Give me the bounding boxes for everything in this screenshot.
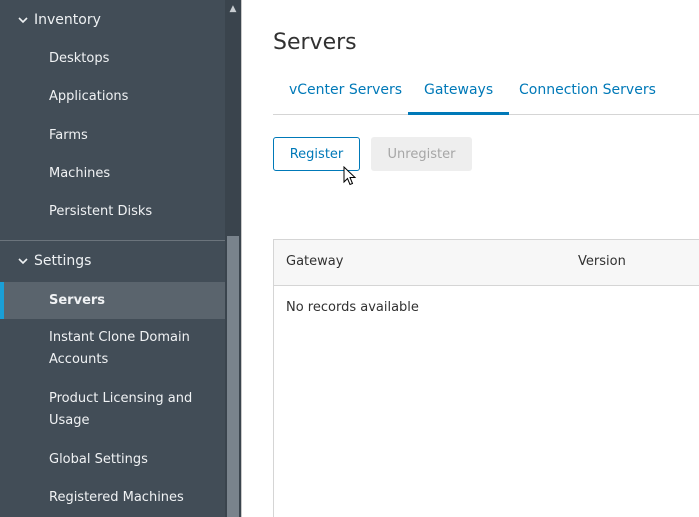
sidebar-item-label: Persistent Disks xyxy=(49,204,153,219)
page-title: Servers xyxy=(273,30,357,55)
column-header-gateway[interactable]: Gateway xyxy=(286,254,343,269)
scroll-up-arrow-icon[interactable]: ▲ xyxy=(225,0,241,18)
unregister-button: Unregister xyxy=(371,137,472,171)
sidebar-item-farms[interactable]: Farms xyxy=(0,125,225,147)
gateways-grid: Gateway Version No records available xyxy=(273,239,699,517)
tab-bar: vCenter Servers Gateways Connection Serv… xyxy=(273,74,699,115)
sidebar-group-settings[interactable]: Settings xyxy=(0,242,225,280)
sidebar-divider xyxy=(0,240,225,241)
sidebar-nav: Inventory Desktops Applications Farms Ma… xyxy=(0,0,225,517)
chevron-down-icon xyxy=(16,254,30,268)
sidebar-item-label: Machines xyxy=(49,166,111,181)
sidebar-item-label: Desktops xyxy=(49,51,110,66)
sidebar-item-desktops[interactable]: Desktops xyxy=(0,48,225,70)
scrollbar-thumb[interactable] xyxy=(227,236,239,517)
grid-header: Gateway Version xyxy=(274,240,699,286)
sidebar-item-servers[interactable]: Servers xyxy=(0,282,225,319)
sidebar-group-label: Inventory xyxy=(34,12,101,28)
sidebar-item-label: Registered Machines xyxy=(49,490,184,505)
sidebar-item-product-licensing[interactable]: Product Licensing and Usage xyxy=(0,388,225,432)
mouse-cursor-icon xyxy=(343,166,357,186)
sidebar-item-registered-machines[interactable]: Registered Machines xyxy=(0,487,225,509)
sidebar-item-label: Servers xyxy=(49,292,106,308)
empty-state-message: No records available xyxy=(286,300,419,315)
sidebar-item-label: Product Licensing and Usage xyxy=(49,391,193,428)
sidebar-group-label: Settings xyxy=(34,253,92,269)
sidebar-group-inventory[interactable]: Inventory xyxy=(0,1,225,39)
tab-connection-servers[interactable]: Connection Servers xyxy=(519,80,656,112)
sidebar-item-label: Farms xyxy=(49,128,88,143)
chevron-down-icon xyxy=(16,13,30,27)
sidebar-scrollbar[interactable]: ▲ xyxy=(225,0,242,517)
sidebar-item-label: Applications xyxy=(49,89,129,104)
sidebar-item-label: Instant Clone Domain Accounts xyxy=(49,330,190,367)
sidebar-item-global-settings[interactable]: Global Settings xyxy=(0,449,225,471)
tab-gateways[interactable]: Gateways xyxy=(408,80,510,115)
sidebar-item-persistent-disks[interactable]: Persistent Disks xyxy=(0,201,225,223)
app-window: Inventory Desktops Applications Farms Ma… xyxy=(0,0,699,517)
column-header-version[interactable]: Version xyxy=(578,254,626,269)
sidebar-item-applications[interactable]: Applications xyxy=(0,86,225,108)
sidebar-item-label: Global Settings xyxy=(49,452,148,467)
tab-vcenter-servers[interactable]: vCenter Servers xyxy=(289,80,402,112)
main-content: Servers vCenter Servers Gateways Connect… xyxy=(242,0,699,517)
sidebar-item-instant-clone-domain-accounts[interactable]: Instant Clone Domain Accounts xyxy=(0,327,225,371)
sidebar-item-machines[interactable]: Machines xyxy=(0,163,225,185)
